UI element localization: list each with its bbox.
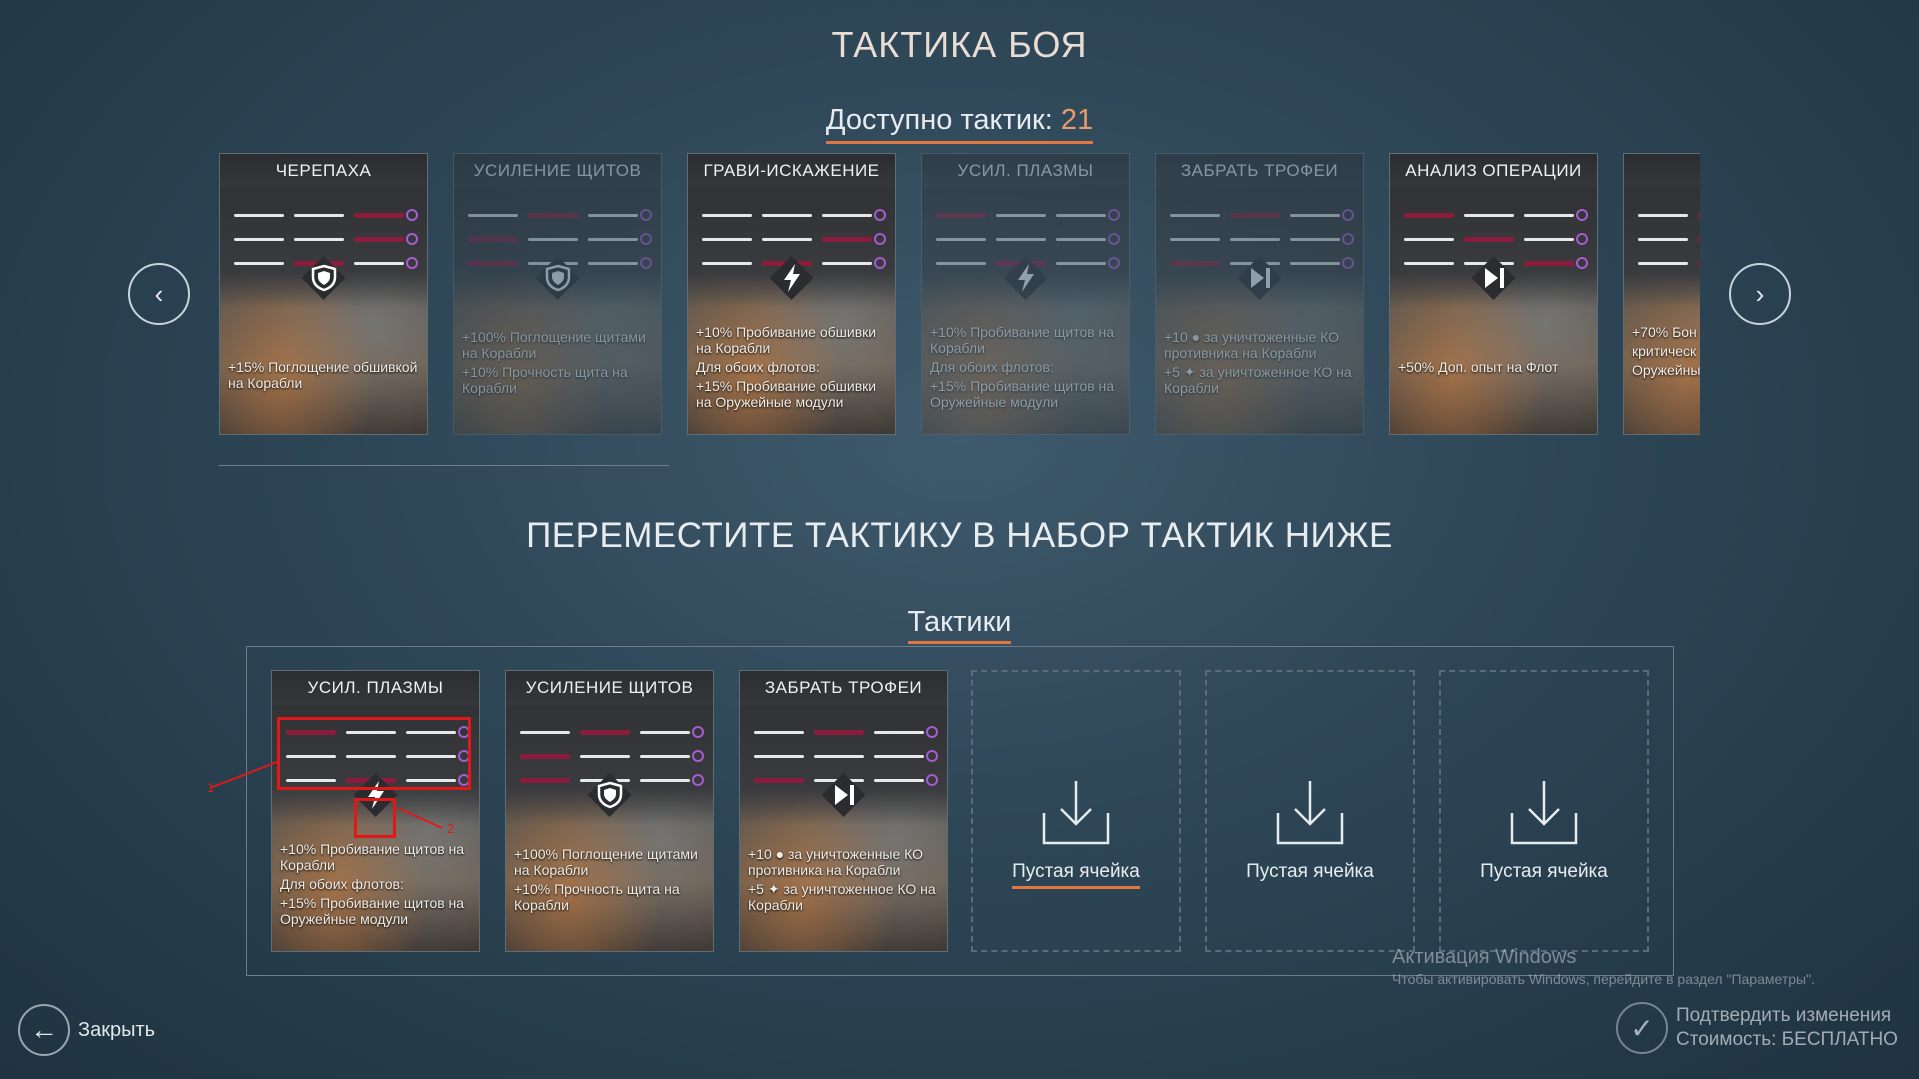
- tactic-description-line: +100% Поглощение щитами на Корабли: [462, 329, 646, 361]
- tactics-carousel: ЧЕРЕПАХА +15% Поглощение обшивкой на Кора…: [219, 153, 1700, 435]
- tactic-description-line: +10% Пробивание щитов на Корабли: [930, 324, 1115, 356]
- tactic-card[interactable]: ВІ +70% Бон критическ Оружейны: [1623, 153, 1700, 435]
- tactic-description-line: +70% Бон: [1632, 324, 1697, 340]
- confirm-label: Подтвердить изменения: [1676, 1005, 1892, 1026]
- arrow-left-icon: ←: [18, 1004, 70, 1056]
- tactic-description-line: +10% Пробивание щитов на Корабли: [280, 841, 465, 873]
- tactic-description: +10% Пробивание щитов на Корабли Для обои…: [930, 324, 1123, 413]
- tactic-description-line: +10% Пробивание обшивки на Корабли: [696, 324, 877, 356]
- tactic-card-title: УСИЛЕНИЕ ЩИТОВ: [506, 671, 713, 705]
- annotation-number-2: 2: [447, 821, 455, 836]
- annotation-lines: [209, 761, 443, 829]
- tactic-stat-bars: [688, 188, 895, 308]
- confirm-cost: Стоимость: БЕСПЛАТНО: [1676, 1029, 1898, 1050]
- tactic-description-line: +15% Пробивание щитов на Оружейные модул…: [280, 895, 465, 927]
- close-label: Закрыть: [78, 1018, 156, 1041]
- tactic-card-title: УСИЛЕНИЕ ЩИТОВ: [454, 154, 661, 188]
- tactic-description: +50% Доп. опыт на Флот: [1398, 359, 1591, 378]
- instruction-text: ПЕРЕМЕСТИТЕ ТАКТИКУ В НАБОР ТАКТИК НИЖЕ: [526, 516, 1393, 555]
- tactic-card-title: АНАЛИЗ ОПЕРАЦИИ: [1390, 154, 1597, 188]
- empty-slot-label: Пустая ячейка: [1480, 861, 1608, 882]
- tactic-card-title: УСИЛ. ПЛАЗМЫ: [922, 154, 1129, 188]
- available-count: 21: [1060, 104, 1094, 136]
- tactic-stat-bars: [1156, 188, 1363, 308]
- confirm-changes-button[interactable]: ✓ Подтвердить изменения Стоимость: БЕСПЛ…: [1616, 1002, 1898, 1054]
- empty-slot-1[interactable]: Пустая ячейка: [971, 670, 1181, 952]
- tactic-description-line: +10% Прочность щита на Корабли: [462, 364, 628, 396]
- download-icon: [1042, 781, 1110, 845]
- tactic-description-line: +15% Пробивание щитов на Оружейные модул…: [930, 378, 1115, 410]
- tactic-description-line: +5 ✦ за уничтоженное КО на Корабли: [748, 881, 936, 913]
- tactic-description: +10 ● за уничтоженные КО противника на К…: [1164, 329, 1357, 399]
- divider: [219, 465, 669, 466]
- tactic-description-line: +50% Доп. опыт на Флот: [1398, 359, 1559, 375]
- tactic-card[interactable]: АНАЛИЗ ОПЕРАЦИИ +50% Доп. опыт на Флот: [1389, 153, 1598, 435]
- tactic-description-line: +10 ● за уничтоженные КО противника на К…: [1164, 329, 1340, 361]
- available-label: Доступно тактик:: [825, 104, 1053, 136]
- tactic-card[interactable]: ГРАВИ-ИСКАЖЕНИЕ +10% Пробивание обшивки н…: [687, 153, 896, 435]
- tactic-stat-bars: [1390, 188, 1597, 308]
- tactic-description-line: критическ: [1632, 343, 1697, 359]
- checkmark-icon: ✓: [1616, 1002, 1668, 1054]
- available-tactics: Доступно тактик: 21: [0, 104, 1919, 144]
- tactic-description-line: Оружейны: [1632, 362, 1700, 378]
- empty-slot-3[interactable]: Пустая ячейка: [1439, 670, 1649, 952]
- tactic-description: +100% Поглощение щитами на Корабли +10% П…: [462, 329, 655, 399]
- tactic-stat-bars: [740, 705, 947, 825]
- chevron-right-icon: ›: [1755, 278, 1765, 309]
- tactic-description: +10% Пробивание обшивки на Корабли Для об…: [696, 324, 889, 413]
- empty-slot-2[interactable]: Пустая ячейка: [1205, 670, 1415, 952]
- tactic-card-title: ЧЕРЕПАХА: [220, 154, 427, 188]
- tactic-description-line: +5 ✦ за уничтоженное КО на Корабли: [1164, 364, 1352, 396]
- tactic-card-title: ЗАБРАТЬ ТРОФЕИ: [1156, 154, 1363, 188]
- tactic-card[interactable]: ЗАБРАТЬ ТРОФЕИ +10 ● за уничтоженные КО п…: [739, 670, 948, 952]
- tactics-set-panel: Пустая ячейка Пустая ячейка Пустая ячейк…: [246, 646, 1674, 976]
- tactic-description-line: +100% Поглощение щитами на Корабли: [514, 846, 698, 878]
- tactic-description: +10% Пробивание щитов на Корабли Для обои…: [280, 841, 473, 930]
- close-button[interactable]: ← Закрыть: [18, 1004, 155, 1056]
- download-icon: [1276, 781, 1344, 845]
- tactic-card[interactable]: УСИЛ. ПЛАЗМЫ +10% Пробивание щитов на Кор…: [921, 153, 1130, 435]
- tactics-set-title: Тактики: [0, 606, 1919, 644]
- tactic-description-line: +10 ● за уничтоженные КО противника на К…: [748, 846, 924, 878]
- tactic-stat-bars: [1624, 188, 1700, 308]
- chevron-left-icon: ‹: [154, 278, 164, 309]
- download-icon: [1510, 781, 1578, 845]
- tactic-description-line: Для обоих флотов:: [280, 876, 404, 892]
- tactic-description: +100% Поглощение щитами на Корабли +10% П…: [514, 846, 707, 916]
- tactic-description-line: +15% Поглощение обшивкой на Корабли: [228, 359, 418, 391]
- tactic-card[interactable]: ЧЕРЕПАХА +15% Поглощение обшивкой на Кора…: [219, 153, 428, 435]
- tactic-stat-bars: [506, 705, 713, 825]
- page-title: ТАКТИКА БОЯ: [831, 24, 1088, 65]
- tactic-description-line: Для обоих флотов:: [930, 359, 1054, 375]
- annotation-number-1: 1: [207, 780, 215, 795]
- tactic-card-title: ВІ: [1624, 154, 1700, 188]
- tactic-card-title: ЗАБРАТЬ ТРОФЕИ: [740, 671, 947, 705]
- carousel-next-button[interactable]: ›: [1729, 263, 1791, 325]
- tactic-description-line: +15% Пробивание обшивки на Оружейные мод…: [696, 378, 877, 410]
- tactic-description: +10 ● за уничтоженные КО противника на К…: [748, 846, 941, 916]
- tactic-card[interactable]: УСИЛЕНИЕ ЩИТОВ +100% Поглощение щитами на…: [453, 153, 662, 435]
- empty-slot-label: Пустая ячейка: [1246, 861, 1374, 882]
- tactic-stat-bars: [454, 188, 661, 308]
- tactic-card[interactable]: ЗАБРАТЬ ТРОФЕИ +10 ● за уничтоженные КО п…: [1155, 153, 1364, 435]
- empty-slot-label: Пустая ячейка: [1012, 861, 1140, 889]
- tactic-card-title: ГРАВИ-ИСКАЖЕНИЕ: [688, 154, 895, 188]
- tactic-description: +70% Бон критическ Оружейны: [1632, 324, 1700, 381]
- windows-activation-watermark: Активация Windows Чтобы активировать Win…: [1392, 946, 1815, 987]
- tactic-card-title: УСИЛ. ПЛАЗМЫ: [272, 671, 479, 705]
- tactic-stat-bars: [922, 188, 1129, 308]
- tactic-description-line: Для обоих флотов:: [696, 359, 820, 375]
- tactic-stat-bars: [220, 188, 427, 308]
- tactic-description-line: +10% Прочность щита на Корабли: [514, 881, 680, 913]
- tactic-card[interactable]: УСИЛЕНИЕ ЩИТОВ +100% Поглощение щитами на…: [505, 670, 714, 952]
- tactic-description: +15% Поглощение обшивкой на Корабли: [228, 359, 421, 394]
- carousel-prev-button[interactable]: ‹: [128, 263, 190, 325]
